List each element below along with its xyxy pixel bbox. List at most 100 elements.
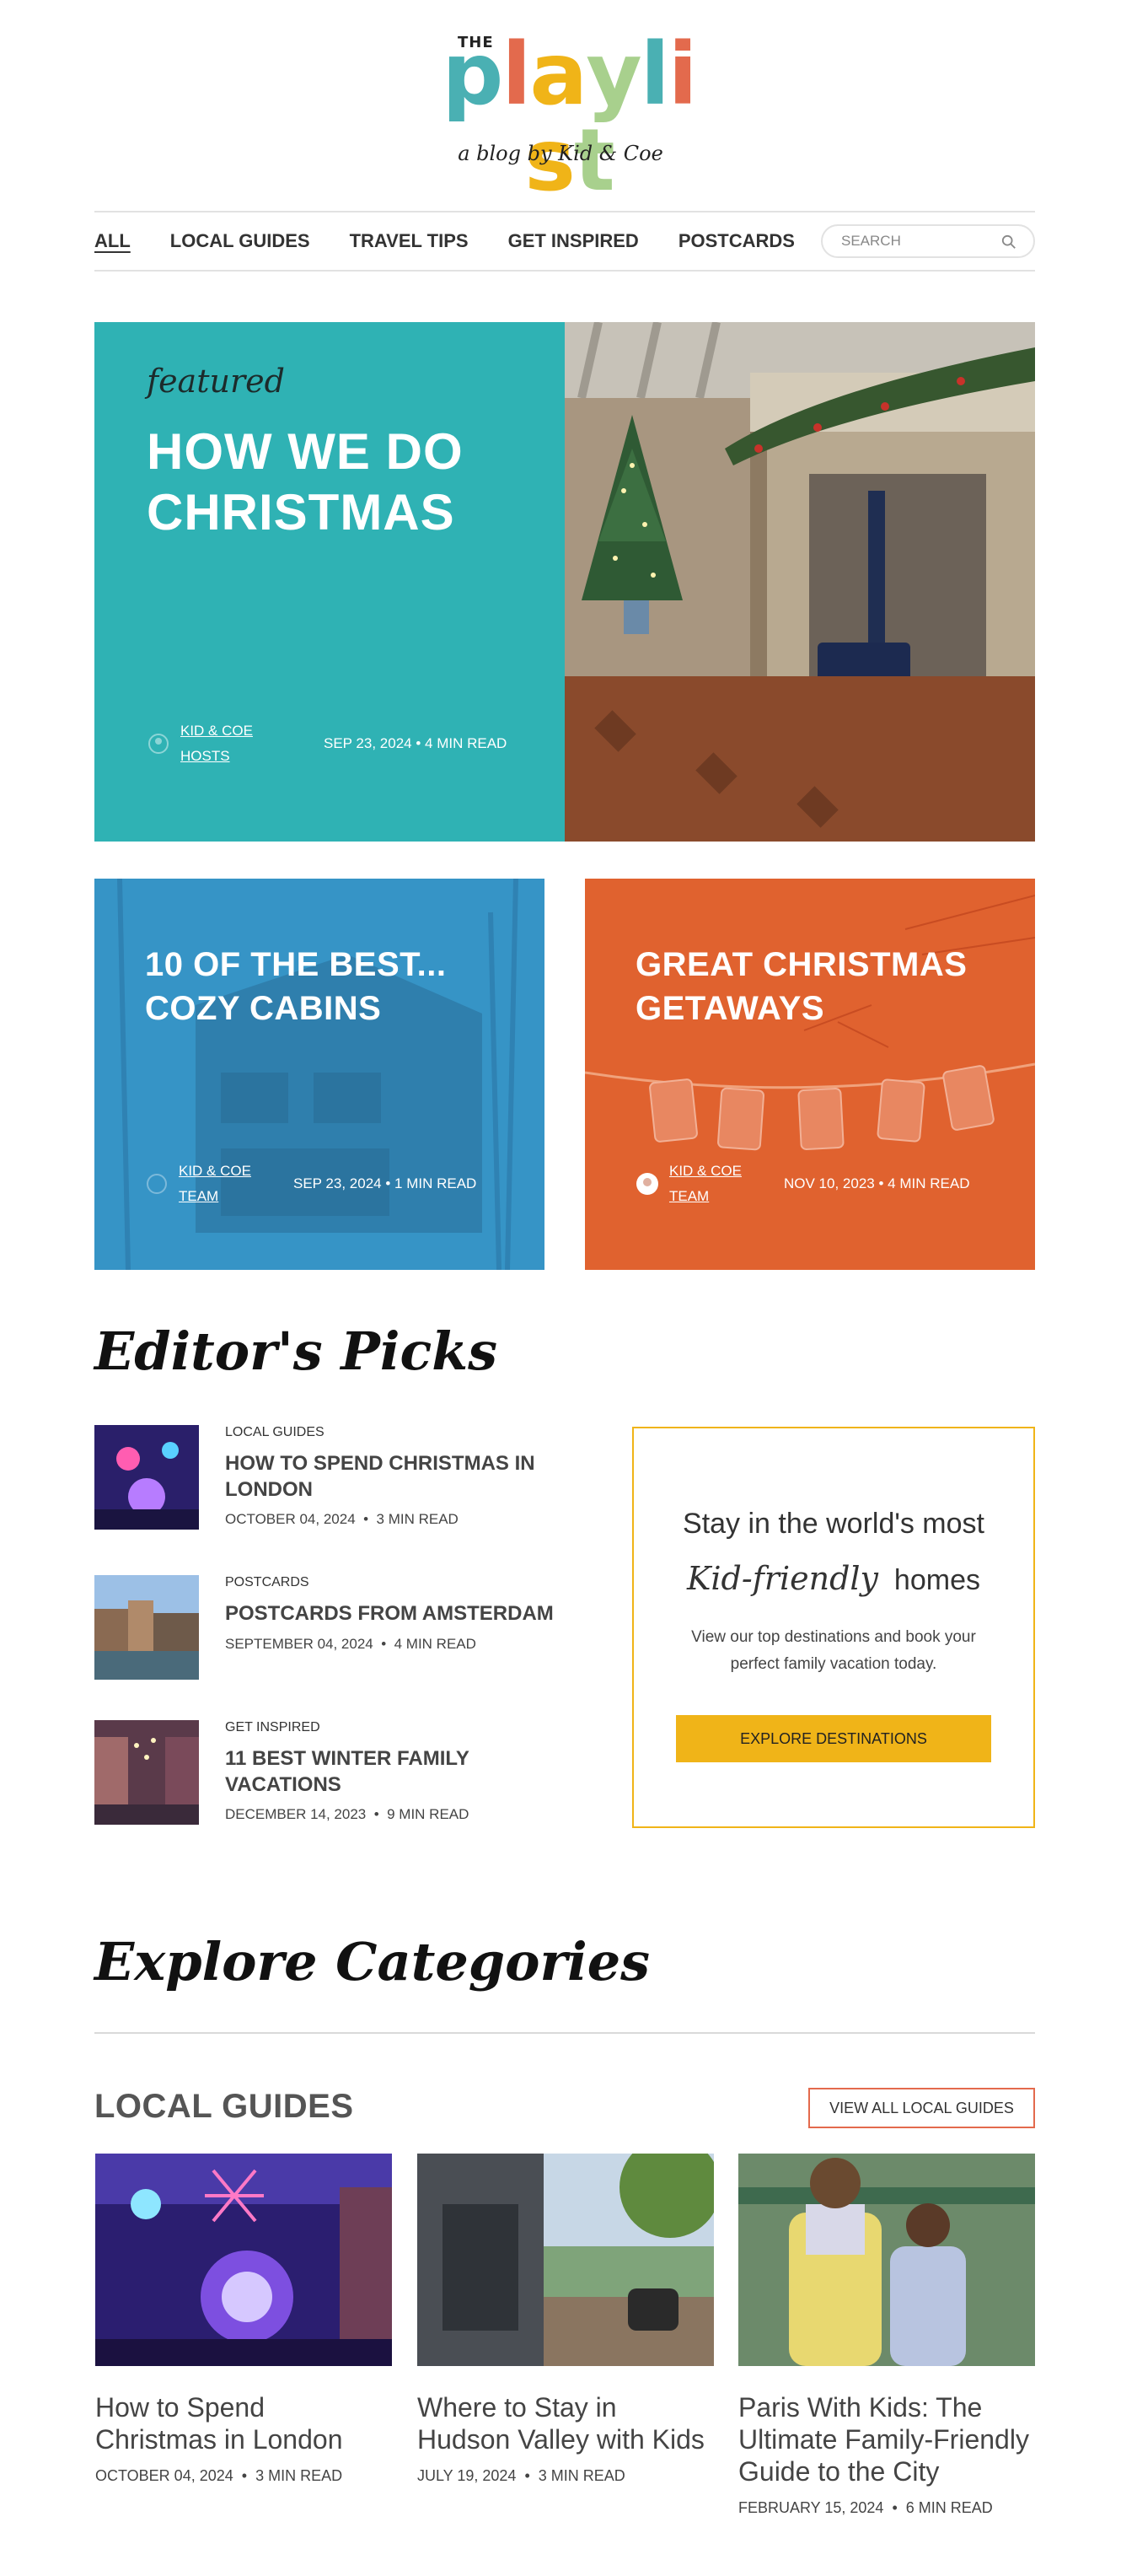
pick-title[interactable]: 11 BEST WINTER FAMILY VACATIONS [225,1745,579,1798]
search-input[interactable] [841,233,993,250]
nav-item-local-guides[interactable]: LOCAL GUIDES [170,230,310,252]
card-author-link[interactable]: KID & COE TEAM [179,1159,263,1209]
list-item[interactable]: LOCAL GUIDES HOW TO SPEND CHRISTMAS IN L… [94,1425,566,1535]
meta-separator: • [878,1175,884,1191]
post-image[interactable] [417,2154,714,2366]
site-header: THE playlist a blog by Kid & Coe [0,24,1121,204]
post-card[interactable]: Where to Stay in Hudson Valley with Kids… [417,2154,714,2485]
logo-wordmark: playlist [434,32,704,204]
pick-date: SEPTEMBER 04, 2024 [225,1636,373,1652]
meta-separator: • [241,2467,248,2484]
cabin-image [94,879,544,1270]
post-meta: FEBRUARY 15, 2024 • 6 MIN READ [738,2499,1035,2517]
meta-separator: • [373,1806,379,1822]
pick-thumbnail[interactable] [94,1425,199,1530]
post-read-time: 3 MIN READ [255,2467,343,2484]
merry-tags-image [585,879,1035,1270]
winter-street-image [94,1720,199,1825]
post-date: FEBRUARY 15, 2024 [738,2499,884,2516]
logo-letter: y [586,24,641,125]
card-title[interactable]: 10 OF THE BEST... COZY CABINS [145,943,516,1030]
london-lights-image [94,1425,199,1530]
post-title[interactable]: Where to Stay in Hudson Valley with Kids [417,2391,714,2455]
logo-letter: i [668,24,698,125]
pick-date: OCTOBER 04, 2024 [225,1511,356,1527]
destinations-promo: Stay in the world's most Kid-friendly ho… [632,1427,1035,1828]
post-date: OCTOBER 04, 2024 [95,2467,233,2484]
amsterdam-canal-image [94,1575,199,1680]
pick-title[interactable]: POSTCARDS FROM AMSTERDAM [225,1600,579,1627]
pick-category[interactable]: POSTCARDS [225,1575,309,1590]
nav-item-postcards[interactable]: POSTCARDS [678,230,795,252]
pick-thumbnail[interactable] [94,1575,199,1680]
featured-date: SEP 23, 2024 • 4 MIN READ [324,735,507,752]
featured-read-time: 4 MIN READ [425,735,507,751]
post-date: JULY 19, 2024 [417,2467,517,2484]
post-image[interactable] [738,2154,1035,2366]
pick-meta: DECEMBER 14, 2023 • 9 MIN READ [225,1806,469,1823]
pick-read-time: 4 MIN READ [394,1636,476,1652]
nav-item-get-inspired[interactable]: GET INSPIRED [508,230,639,252]
pick-read-time: 9 MIN READ [387,1806,469,1822]
meta-separator: • [892,2499,898,2516]
card-meta: KID & COE TEAM NOV 10, 2023 • 4 MIN READ [636,1159,969,1209]
nav-item-travel-tips[interactable]: TRAVEL TIPS [350,230,469,252]
promo-script-word: Kid-friendly [687,1560,879,1597]
promo-line2: Kid-friendly homes [634,1560,1033,1597]
featured-kicker: featured [147,363,285,400]
featured-image[interactable] [565,322,1035,842]
list-item[interactable]: POSTCARDS POSTCARDS FROM AMSTERDAM SEPTE… [94,1575,566,1685]
view-all-local-guides-button[interactable]: VIEW ALL LOCAL GUIDES [808,2088,1035,2128]
post-read-time: 3 MIN READ [538,2467,625,2484]
nav-item-all[interactable]: ALL [94,230,131,252]
featured-post[interactable]: featured HOW WE DO CHRISTMAS KID & COE H… [94,322,1035,842]
post-title[interactable]: Paris With Kids: The Ultimate Family-Fri… [738,2391,1035,2487]
pick-read-time: 3 MIN READ [376,1511,459,1527]
pick-category[interactable]: GET INSPIRED [225,1720,320,1735]
post-card[interactable]: How to Spend Christmas in London OCTOBER… [95,2154,392,2485]
promo-line1: Stay in the world's most [683,1508,984,1540]
logo-letter: l [640,24,670,125]
search-icon[interactable] [1001,234,1016,250]
featured-date-text: SEP 23, 2024 [324,735,412,751]
post-card-cozy-cabins[interactable]: 10 OF THE BEST... COZY CABINS KID & COE … [94,879,544,1270]
logo-tagline: a blog by Kid & Coe [458,142,663,165]
promo-line2-rest: homes [893,1564,980,1596]
pick-meta: SEPTEMBER 04, 2024 • 4 MIN READ [225,1636,476,1653]
logo-letter: p [442,24,503,125]
post-meta: OCTOBER 04, 2024 • 3 MIN READ [95,2467,392,2485]
card-author-link[interactable]: KID & COE TEAM [669,1159,754,1209]
post-card[interactable]: Paris With Kids: The Ultimate Family-Fri… [738,2154,1035,2517]
logo-letter: l [502,24,531,125]
featured-title[interactable]: HOW WE DO CHRISTMAS [147,422,518,543]
featured-panel: featured HOW WE DO CHRISTMAS KID & COE H… [94,322,565,842]
post-image[interactable] [95,2154,392,2366]
list-item[interactable]: GET INSPIRED 11 BEST WINTER FAMILY VACAT… [94,1720,566,1830]
christmas-fireplace-image [565,322,1035,842]
site-logo[interactable]: THE playlist a blog by Kid & Coe [417,24,704,204]
meta-separator: • [381,1636,387,1652]
card-read-time: 1 MIN READ [394,1175,477,1191]
category-section-title: LOCAL GUIDES [94,2088,354,2125]
featured-author-link[interactable]: KID & COE HOSTS [180,718,265,769]
paris-kids-image [738,2154,1035,2366]
logo-letter: a [529,24,587,125]
meta-separator: • [363,1511,369,1527]
card-meta: KID & COE TEAM SEP 23, 2024 • 1 MIN READ [145,1159,476,1209]
post-read-time: 6 MIN READ [905,2499,993,2516]
post-card-christmas-getaways[interactable]: GREAT CHRISTMAS GETAWAYS KID & COE TEAM … [585,879,1035,1270]
london-christmas-lights-image [95,2154,392,2366]
pick-thumbnail[interactable] [94,1720,199,1825]
pick-category[interactable]: LOCAL GUIDES [225,1425,324,1440]
editors-picks-heading: Editor's Picks [94,1320,498,1382]
explore-categories-heading: Explore Categories [94,1931,651,1993]
meta-separator: • [416,735,421,751]
search-box[interactable] [821,224,1035,258]
card-read-time: 4 MIN READ [888,1175,970,1191]
explore-destinations-button[interactable]: EXPLORE DESTINATIONS [676,1715,991,1762]
pick-title[interactable]: HOW TO SPEND CHRISTMAS IN LONDON [225,1450,579,1503]
card-title[interactable]: GREAT CHRISTMAS GETAWAYS [636,943,1006,1030]
post-title[interactable]: How to Spend Christmas in London [95,2391,392,2455]
card-date: SEP 23, 2024 • 1 MIN READ [293,1175,476,1192]
meta-separator: • [385,1175,391,1191]
